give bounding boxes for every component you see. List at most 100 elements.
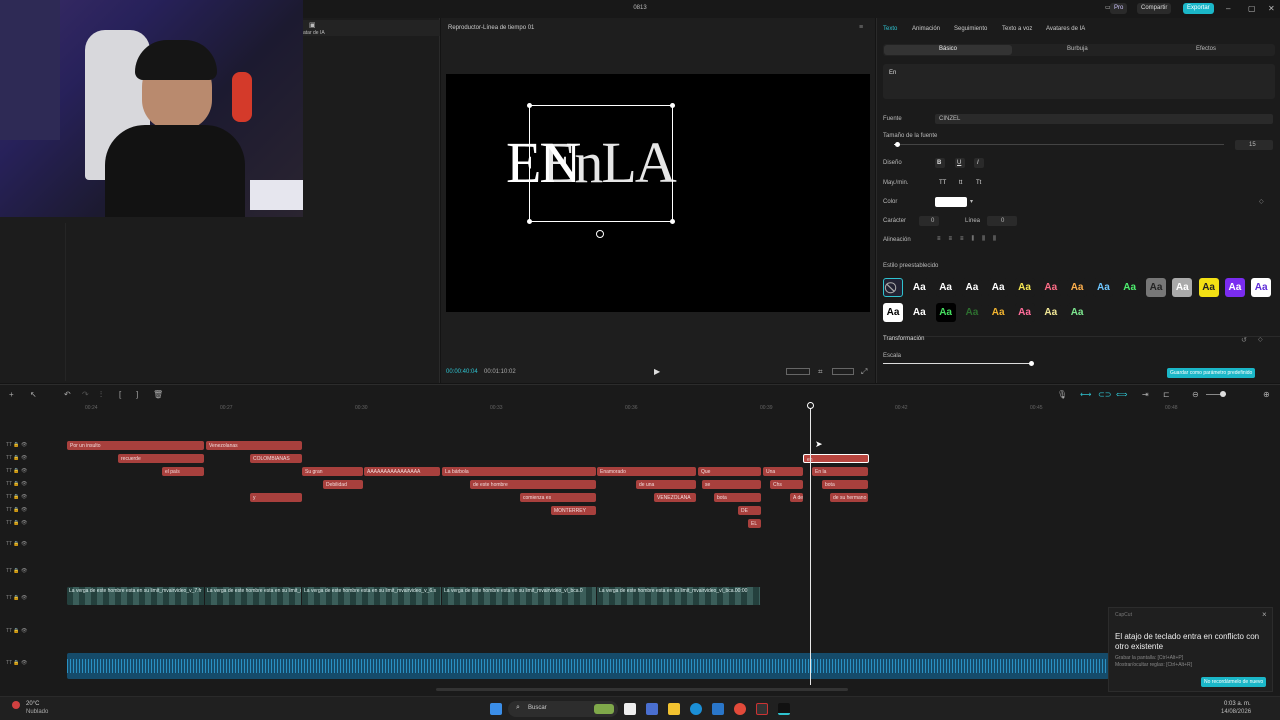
share-button[interactable]: Compartir	[1137, 3, 1172, 14]
resize-handle[interactable]	[670, 103, 675, 108]
play-icon[interactable]: ▶	[654, 367, 660, 376]
size-slider-thumb[interactable]	[895, 142, 900, 147]
zoom-in-icon[interactable]: ⊕	[1263, 390, 1270, 399]
text-clip[interactable]: Chs	[770, 480, 803, 489]
explorer-icon[interactable]	[668, 703, 680, 715]
italic-button[interactable]: I	[974, 158, 984, 168]
text-clip[interactable]: A de	[790, 493, 803, 502]
pro-badge[interactable]: Pro	[1110, 3, 1128, 14]
track-header[interactable]: TT 🔒 👁	[6, 442, 66, 452]
preset-style-swatch[interactable]: Aa	[883, 303, 903, 322]
split-icon[interactable]: ⫶	[100, 390, 102, 400]
snap-icon[interactable]: ⟺	[1116, 390, 1127, 399]
ai-avatar-icon[interactable]: ▣	[309, 21, 316, 29]
search-box[interactable]: ⌕ Buscar	[508, 701, 618, 717]
text-clip[interactable]: Venezolanas	[206, 441, 302, 450]
store-icon[interactable]	[712, 703, 724, 715]
playhead[interactable]	[807, 402, 814, 685]
char-spacing-input[interactable]: 0	[919, 216, 939, 226]
text-clip[interactable]: de una	[636, 480, 696, 489]
start-icon[interactable]	[490, 703, 502, 715]
text-clip[interactable]: Que	[698, 467, 761, 476]
text-input[interactable]: En	[883, 64, 1275, 99]
video-clip[interactable]: La verga de este hombre esta en su limit…	[442, 587, 597, 605]
text-clip[interactable]: y	[250, 493, 302, 502]
tab-seguimiento[interactable]: Seguimiento	[954, 26, 987, 32]
playhead-handle[interactable]	[807, 402, 814, 409]
preset-style-swatch[interactable]: Aa	[935, 303, 956, 322]
capcut-icon[interactable]	[778, 703, 790, 715]
track-header[interactable]: TT 🔒 👁	[6, 595, 66, 605]
resize-handle[interactable]	[670, 219, 675, 224]
text-clip[interactable]: VENEZOLANA	[654, 493, 696, 502]
rotate-handle[interactable]	[596, 230, 604, 238]
text-clip[interactable]: bota	[822, 480, 868, 489]
delete-icon[interactable]: 🗑	[153, 390, 163, 399]
crop-icon[interactable]: ⌗	[818, 367, 823, 377]
track-header[interactable]: TT 🔒 👁	[6, 660, 66, 670]
preset-style-swatch[interactable]: Aa	[1146, 278, 1166, 297]
track-header[interactable]: TT 🔒 👁	[6, 455, 66, 465]
keyframe-icon[interactable]: ◇	[1259, 198, 1264, 205]
text-clip[interactable]: comienza es	[520, 493, 596, 502]
quality-icon[interactable]	[786, 368, 810, 375]
close-icon[interactable]: ✕	[1268, 4, 1275, 13]
weather-icon[interactable]	[12, 701, 20, 709]
lowercase-button[interactable]: tt	[959, 180, 962, 186]
subtab-basico[interactable]: Básico	[939, 46, 957, 52]
selection-box[interactable]	[527, 103, 675, 224]
preset-style-swatch[interactable]: Aa	[961, 303, 982, 322]
keyframe-icon[interactable]: ◇	[1258, 336, 1263, 343]
split-right-icon[interactable]: ]	[136, 390, 138, 399]
preset-style-swatch[interactable]: Aa	[1224, 278, 1245, 297]
split-left-icon[interactable]: [	[119, 390, 121, 399]
chevron-down-icon[interactable]: ▾	[970, 198, 973, 205]
text-clip[interactable]: La bárbola	[442, 467, 596, 476]
text-clip[interactable]: Su gran	[302, 467, 363, 476]
subtab-burbuja[interactable]: Burbuja	[1067, 46, 1088, 52]
track-header[interactable]: TT 🔒 👁	[6, 494, 66, 504]
preset-style-swatch[interactable]: Aa	[1014, 303, 1035, 322]
font-select[interactable]: CINZEL	[935, 114, 1273, 124]
text-clip[interactable]: AAAAAAAAAAAAAAAA	[364, 467, 440, 476]
track-header[interactable]: TT 🔒 👁	[6, 468, 66, 478]
magnet-icon[interactable]: ⊂⊃	[1098, 390, 1111, 399]
reset-icon[interactable]: ↺	[1241, 336, 1247, 344]
fullscreen-icon[interactable]: ⤢	[861, 367, 867, 377]
text-clip[interactable]: se	[702, 480, 761, 489]
add-track-icon[interactable]: +	[9, 390, 14, 399]
tab-avatares[interactable]: Avatares de IA	[1046, 26, 1085, 32]
preset-style-swatch[interactable]: Aa	[1093, 278, 1114, 297]
subtab-efectos[interactable]: Efectos	[1196, 46, 1216, 52]
preset-style-swatch[interactable]: Aa	[1251, 278, 1272, 297]
track-header[interactable]: TT 🔒 👁	[6, 481, 66, 491]
fit-icon[interactable]: ⊏	[1163, 390, 1170, 399]
preset-style-swatch[interactable]: Aa	[935, 278, 956, 297]
text-clip[interactable]: Una	[763, 467, 803, 476]
zoom-out-icon[interactable]: ⊖	[1192, 390, 1199, 399]
video-clip[interactable]: La verga de este hombre esta en su limit…	[67, 587, 205, 605]
preset-style-swatch[interactable]: Aa	[1198, 278, 1219, 297]
alignment-buttons[interactable]: ≡≡≡⫼⫼⫼	[937, 236, 1037, 245]
text-clip[interactable]: Debilidad	[323, 480, 363, 489]
zoom-slider-thumb[interactable]	[1220, 391, 1226, 397]
widgets-icon[interactable]	[646, 703, 658, 715]
taskview-icon[interactable]	[624, 703, 636, 715]
scale-slider[interactable]	[883, 363, 1033, 364]
text-clip[interactable]: recuerde	[118, 454, 204, 463]
preset-style-swatch[interactable]: Aa	[961, 278, 982, 297]
track-header[interactable]: TT 🔒 👁	[6, 507, 66, 517]
video-clip[interactable]: La verga de este hombre esta en su limit…	[302, 587, 442, 605]
minimize-icon[interactable]: –	[1226, 4, 1230, 13]
titlecase-button[interactable]: Tt	[976, 180, 981, 186]
color-swatch[interactable]	[935, 197, 967, 207]
preset-style-swatch[interactable]: Aa	[1119, 278, 1140, 297]
video-clip[interactable]: La verga de este hombre esta en su limit…	[597, 587, 761, 605]
undo-icon[interactable]: ↶	[64, 390, 71, 399]
size-input[interactable]: 15	[1235, 140, 1273, 150]
app-icon[interactable]	[756, 703, 768, 715]
preset-style-swatch[interactable]: Aa	[909, 303, 930, 322]
size-slider-track[interactable]	[894, 144, 1224, 145]
preset-style-swatch[interactable]: Aa	[988, 278, 1009, 297]
tab-animacion[interactable]: Animación	[912, 26, 940, 32]
